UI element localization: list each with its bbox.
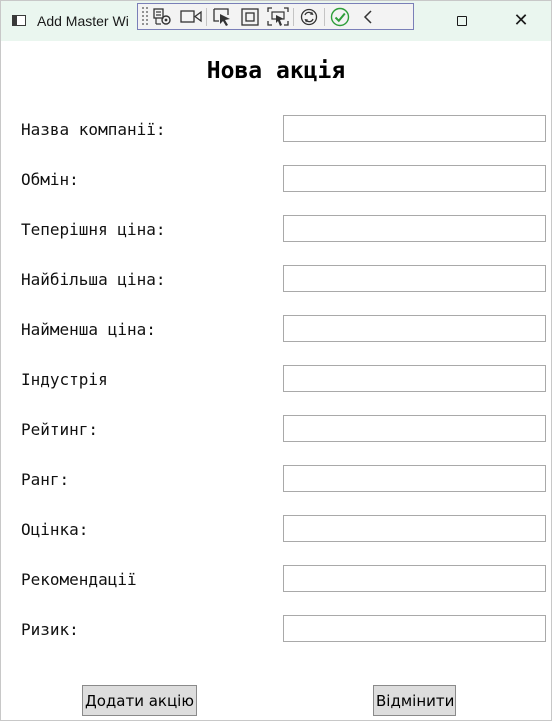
- exchange-label: Обмін:: [21, 170, 79, 189]
- maximize-icon: [457, 16, 467, 26]
- recommendations-input[interactable]: [283, 565, 546, 592]
- rating-input[interactable]: [283, 415, 546, 442]
- industry-label: Індустрія: [21, 370, 108, 389]
- highest-price-label: Найбільша ціна:: [21, 270, 166, 289]
- rank-input[interactable]: [283, 465, 546, 492]
- add-master-window: Add Master Wi ✕ Нова акція Назва компані…: [0, 0, 552, 721]
- record-button[interactable]: [177, 5, 205, 28]
- industry-input[interactable]: [283, 365, 546, 392]
- checkmark-icon: [330, 7, 350, 26]
- highest-price-input[interactable]: [283, 265, 546, 292]
- maximize-button[interactable]: [439, 1, 485, 41]
- assessment-input[interactable]: [283, 515, 546, 542]
- rank-label: Ранг:: [21, 470, 70, 489]
- binding-check-button[interactable]: [326, 5, 354, 28]
- exchange-input[interactable]: [283, 165, 546, 192]
- hot-reload-button[interactable]: [295, 5, 323, 28]
- company-name-label: Назва компанії:: [21, 120, 166, 139]
- assessment-label: Оцінка:: [21, 520, 89, 539]
- window-title: Add Master Wi: [37, 13, 129, 29]
- current-price-label: Теперішня ціна:: [21, 220, 166, 239]
- lowest-price-label: Найменша ціна:: [21, 320, 156, 339]
- lowest-price-input[interactable]: [283, 315, 546, 342]
- app-window-icon: [12, 15, 26, 26]
- track-focus-button[interactable]: [264, 5, 292, 28]
- xaml-debug-toolbar: [137, 3, 414, 30]
- current-price-input[interactable]: [283, 215, 546, 242]
- toolbar-grip-icon[interactable]: [141, 6, 149, 27]
- recommendations-label: Рекомендації: [21, 570, 137, 589]
- select-element-button[interactable]: [208, 5, 236, 28]
- company-name-input[interactable]: [283, 115, 546, 142]
- toolbar-separator: [324, 7, 325, 26]
- live-visual-tree-icon: [153, 7, 171, 25]
- hot-reload-icon: [300, 8, 318, 25]
- close-button[interactable]: ✕: [498, 1, 544, 41]
- live-visual-tree-button[interactable]: [149, 5, 177, 28]
- display-layout-adorners-button[interactable]: [236, 5, 264, 28]
- form-heading: Нова акція: [206, 58, 346, 84]
- collapse-toolbar-button[interactable]: [354, 5, 382, 28]
- toolbar-separator: [293, 7, 294, 26]
- record-icon: [180, 9, 202, 23]
- cancel-button[interactable]: Відмінити: [373, 685, 456, 716]
- chevron-left-icon: [363, 9, 372, 24]
- select-element-icon: [213, 7, 230, 26]
- add-stock-button[interactable]: Додати акцію: [82, 685, 197, 716]
- risk-label: Ризик:: [21, 620, 79, 639]
- risk-input[interactable]: [283, 615, 546, 642]
- rating-label: Рейтинг:: [21, 420, 99, 439]
- close-icon: ✕: [513, 10, 529, 31]
- toolbar-separator: [206, 7, 207, 26]
- display-layout-adorners-icon: [241, 7, 259, 26]
- track-focus-icon: [267, 6, 289, 26]
